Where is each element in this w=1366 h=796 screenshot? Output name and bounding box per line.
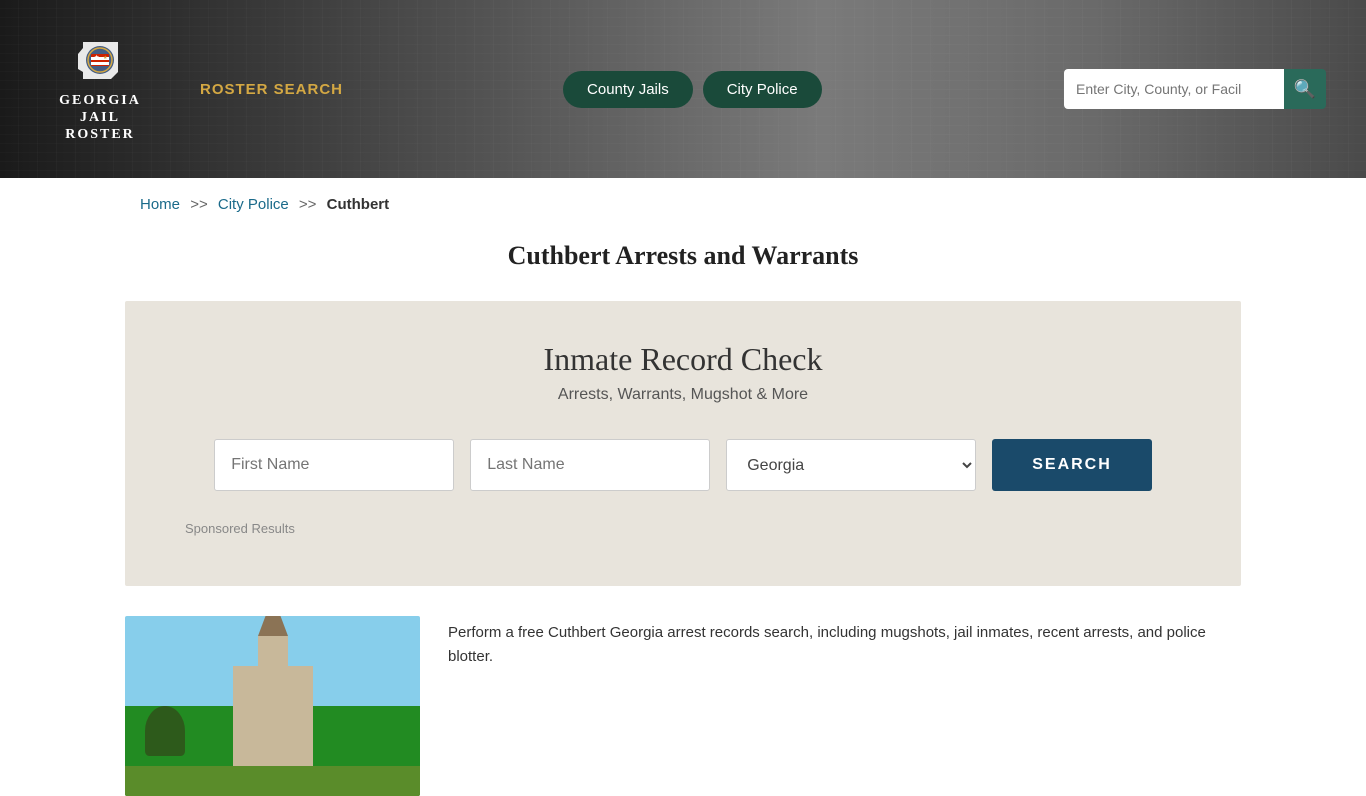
logo-text-georgia: GEORGIA (59, 93, 141, 110)
site-logo[interactable]: ★ ★ GEORGIA JAIL ROSTER (40, 34, 160, 143)
breadcrumb-sep1: >> (190, 196, 208, 213)
svg-text:★: ★ (103, 55, 108, 61)
header-search-input[interactable] (1064, 69, 1284, 109)
breadcrumb-home[interactable]: Home (140, 196, 180, 213)
logo-text-roster: ROSTER (65, 127, 135, 144)
breadcrumb-current: Cuthbert (327, 196, 390, 213)
inmate-form: Georgia Alabama Florida Tennessee SEARCH (185, 439, 1181, 491)
breadcrumb-city-police[interactable]: City Police (218, 196, 289, 213)
breadcrumb-sep2: >> (299, 196, 317, 213)
inmate-record-section: Inmate Record Check Arrests, Warrants, M… (125, 301, 1241, 586)
last-name-input[interactable] (470, 439, 710, 491)
roster-search-link[interactable]: ROSTER SEARCH (200, 81, 343, 98)
breadcrumb: Home >> City Police >> Cuthbert (0, 178, 1366, 231)
header-search-button[interactable]: 🔍 (1284, 69, 1326, 109)
first-name-input[interactable] (214, 439, 454, 491)
bottom-description: Perform a free Cuthbert Georgia arrest r… (448, 616, 1241, 796)
inmate-search-button[interactable]: SEARCH (992, 439, 1152, 491)
nav-area: ROSTER SEARCH County Jails City Police 🔍 (200, 69, 1326, 109)
bottom-section: Perform a free Cuthbert Georgia arrest r… (125, 616, 1241, 796)
search-icon: 🔍 (1294, 79, 1316, 100)
header-search-area: 🔍 (1064, 69, 1326, 109)
city-image (125, 616, 420, 796)
logo-text-jail: JAIL (80, 110, 120, 127)
inmate-title: Inmate Record Check (185, 341, 1181, 378)
inmate-subtitle: Arrests, Warrants, Mugshot & More (185, 386, 1181, 404)
svg-text:★: ★ (94, 54, 99, 61)
city-police-button[interactable]: City Police (703, 71, 822, 108)
state-select[interactable]: Georgia Alabama Florida Tennessee (726, 439, 976, 491)
sponsored-results-label: Sponsored Results (185, 521, 1181, 536)
nav-buttons: County Jails City Police (563, 71, 822, 108)
site-header: ★ ★ GEORGIA JAIL ROSTER ROSTER SEARCH Co… (0, 0, 1366, 178)
county-jails-button[interactable]: County Jails (563, 71, 693, 108)
page-title: Cuthbert Arrests and Warrants (0, 241, 1366, 271)
